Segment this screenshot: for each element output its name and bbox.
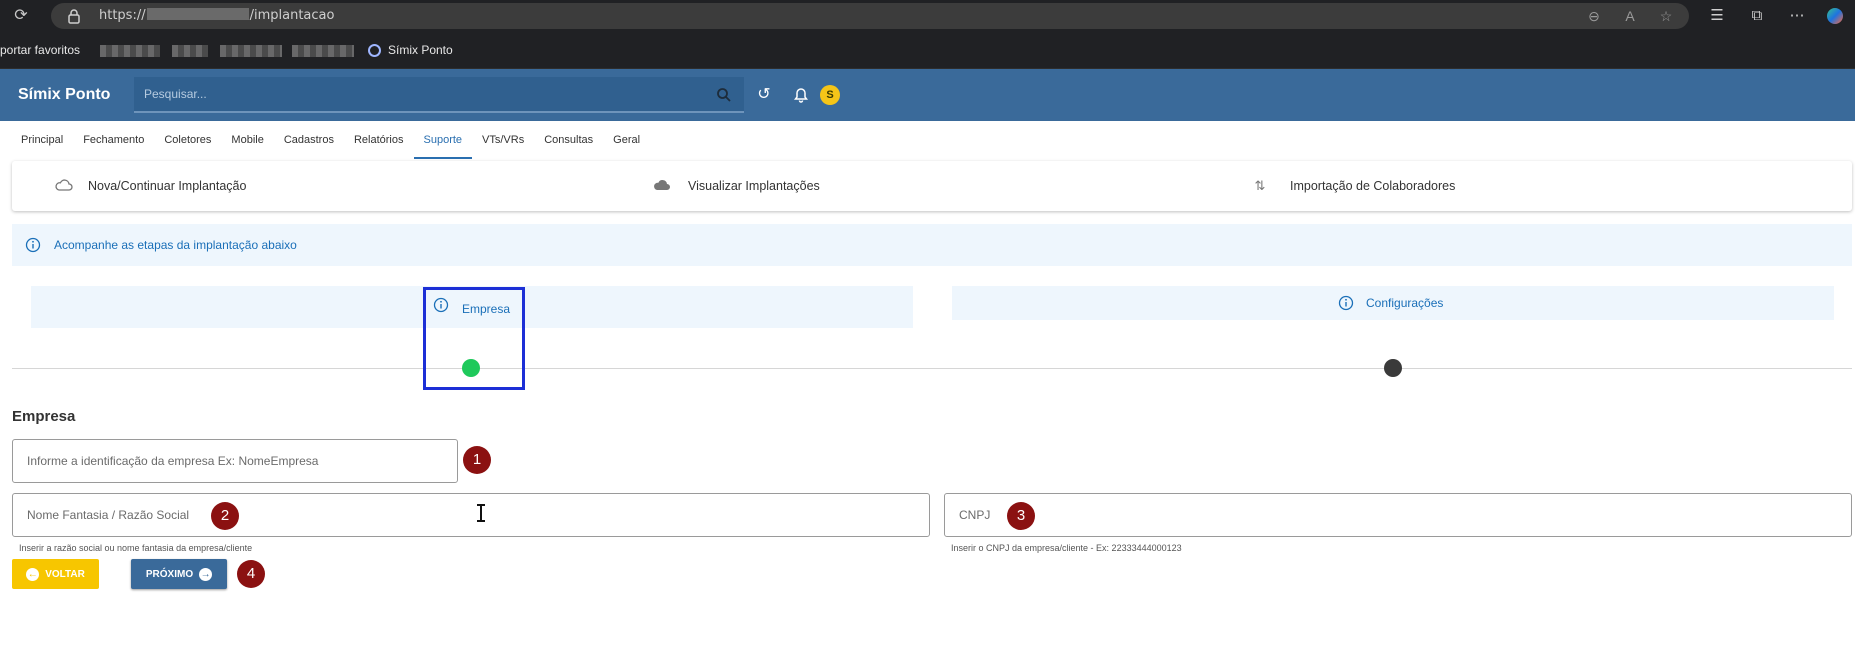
url-prefix: https:// — [99, 8, 146, 23]
annotation-badge-4: 4 — [237, 560, 265, 588]
more-options-icon[interactable]: ⋯ — [1787, 6, 1807, 26]
lock-icon — [68, 9, 80, 24]
cloud-filled-icon — [654, 180, 670, 190]
info-icon — [1338, 295, 1354, 311]
tab-geral[interactable]: Geral — [603, 127, 650, 159]
tab-cadastros[interactable]: Cadastros — [274, 127, 344, 159]
implantacao-options: Nova/Continuar Implantação Visualizar Im… — [12, 161, 1852, 211]
bookmark-redacted[interactable] — [172, 45, 208, 57]
bell-icon[interactable] — [791, 85, 811, 105]
proximo-button[interactable]: Próximo → — [131, 559, 227, 589]
identificacao-input[interactable] — [13, 440, 457, 482]
nome-fantasia-hint: Inserir a razão social ou nome fantasia … — [19, 543, 253, 553]
cnpj-input[interactable] — [945, 494, 1851, 536]
cnpj-field[interactable] — [944, 493, 1852, 537]
swap-vert-icon: ⇅ — [1254, 178, 1266, 193]
tab-fechamento[interactable]: Fechamento — [73, 127, 154, 159]
edge-copilot-icon[interactable] — [1827, 8, 1843, 24]
zoom-out-icon[interactable]: ⊖ — [1585, 7, 1603, 25]
read-aloud-icon[interactable]: A — [1621, 7, 1639, 25]
reload-icon[interactable]: ⟳ — [12, 7, 30, 25]
tab-relatorios[interactable]: Relatórios — [344, 127, 414, 159]
annotation-badge-3: 3 — [1007, 502, 1035, 530]
favorite-star-icon[interactable]: ☆ — [1657, 7, 1675, 25]
form-title: Empresa — [12, 408, 76, 425]
simix-favicon-icon — [368, 44, 381, 57]
tab-principal[interactable]: Principal — [11, 127, 73, 159]
banner-text: Acompanhe as etapas da implantação abaix… — [54, 238, 297, 252]
search-input[interactable] — [134, 77, 744, 111]
url-redacted — [146, 8, 249, 20]
step-configuracoes-label: Configurações — [1366, 296, 1444, 310]
collections-icon[interactable]: ⧉ — [1747, 6, 1767, 26]
cnpj-hint: Inserir o CNPJ da empresa/cliente - Ex: … — [951, 543, 1182, 553]
url-path: /implantacao — [249, 8, 335, 23]
browser-toolbar: ⟳ https:// /implantacao ⊖ A ☆ ☰ ⧉ ⋯ — [0, 0, 1855, 32]
search-box[interactable] — [134, 77, 744, 113]
voltar-button[interactable]: ← Voltar — [12, 559, 99, 589]
option-importacao-colaboradores[interactable]: ⇅ Importação de Colaboradores — [1248, 161, 1548, 211]
favorites-icon[interactable]: ☰ — [1707, 6, 1727, 26]
option-nova-implantacao[interactable]: Nova/Continuar Implantação — [42, 161, 342, 211]
proximo-label: Próximo — [145, 568, 194, 580]
annotation-badge-2: 2 — [211, 502, 239, 530]
history-icon[interactable]: ↺ — [754, 85, 774, 105]
bookmark-redacted[interactable] — [292, 45, 354, 57]
step-configuracoes-status-dot — [1384, 359, 1402, 377]
nome-fantasia-field[interactable] — [12, 493, 930, 537]
bookmark-redacted[interactable] — [100, 45, 160, 57]
bookmarks-bar: portar favoritos Símix Ponto — [0, 32, 1855, 69]
annotation-highlight-box — [423, 287, 525, 390]
step-configuracoes[interactable]: Configurações — [952, 286, 1834, 320]
tab-consultas[interactable]: Consultas — [534, 127, 603, 159]
tab-coletores[interactable]: Coletores — [154, 127, 221, 159]
arrow-right-icon: → — [199, 567, 213, 581]
cloud-outline-icon — [55, 179, 73, 191]
bookmark-simix-ponto[interactable]: Símix Ponto — [388, 32, 453, 69]
app-brand[interactable]: Símix Ponto — [18, 69, 110, 121]
option-visualizar-label: Visualizar Implantações — [688, 179, 820, 193]
option-importacao-label: Importação de Colaboradores — [1290, 179, 1456, 193]
text-cursor-icon — [477, 504, 485, 522]
option-visualizar-implantacoes[interactable]: Visualizar Implantações — [644, 161, 944, 211]
main-menu: Principal Fechamento Coletores Mobile Ca… — [11, 127, 650, 159]
url-text: https:// /implantacao — [99, 3, 334, 29]
info-icon — [25, 237, 41, 253]
tab-suporte[interactable]: Suporte — [413, 127, 473, 159]
app-header: Símix Ponto ↺ S — [0, 69, 1855, 121]
arrow-left-icon: ← — [26, 567, 40, 581]
annotation-badge-1: 1 — [463, 446, 491, 474]
identificacao-field[interactable] — [12, 439, 458, 483]
address-bar[interactable]: https:// /implantacao ⊖ A ☆ — [51, 3, 1689, 29]
stepper-line — [12, 368, 1852, 369]
avatar[interactable]: S — [820, 85, 840, 105]
tab-vts-vrs[interactable]: VTs/VRs — [472, 127, 534, 159]
info-banner: Acompanhe as etapas da implantação abaix… — [12, 224, 1852, 266]
tab-mobile[interactable]: Mobile — [221, 127, 273, 159]
bookmark-import-favorites[interactable]: portar favoritos — [0, 32, 80, 69]
voltar-label: Voltar — [45, 568, 85, 580]
nome-fantasia-input[interactable] — [13, 494, 929, 536]
bookmark-redacted[interactable] — [220, 45, 282, 57]
search-icon[interactable] — [716, 87, 732, 103]
option-nova-label: Nova/Continuar Implantação — [88, 179, 247, 193]
